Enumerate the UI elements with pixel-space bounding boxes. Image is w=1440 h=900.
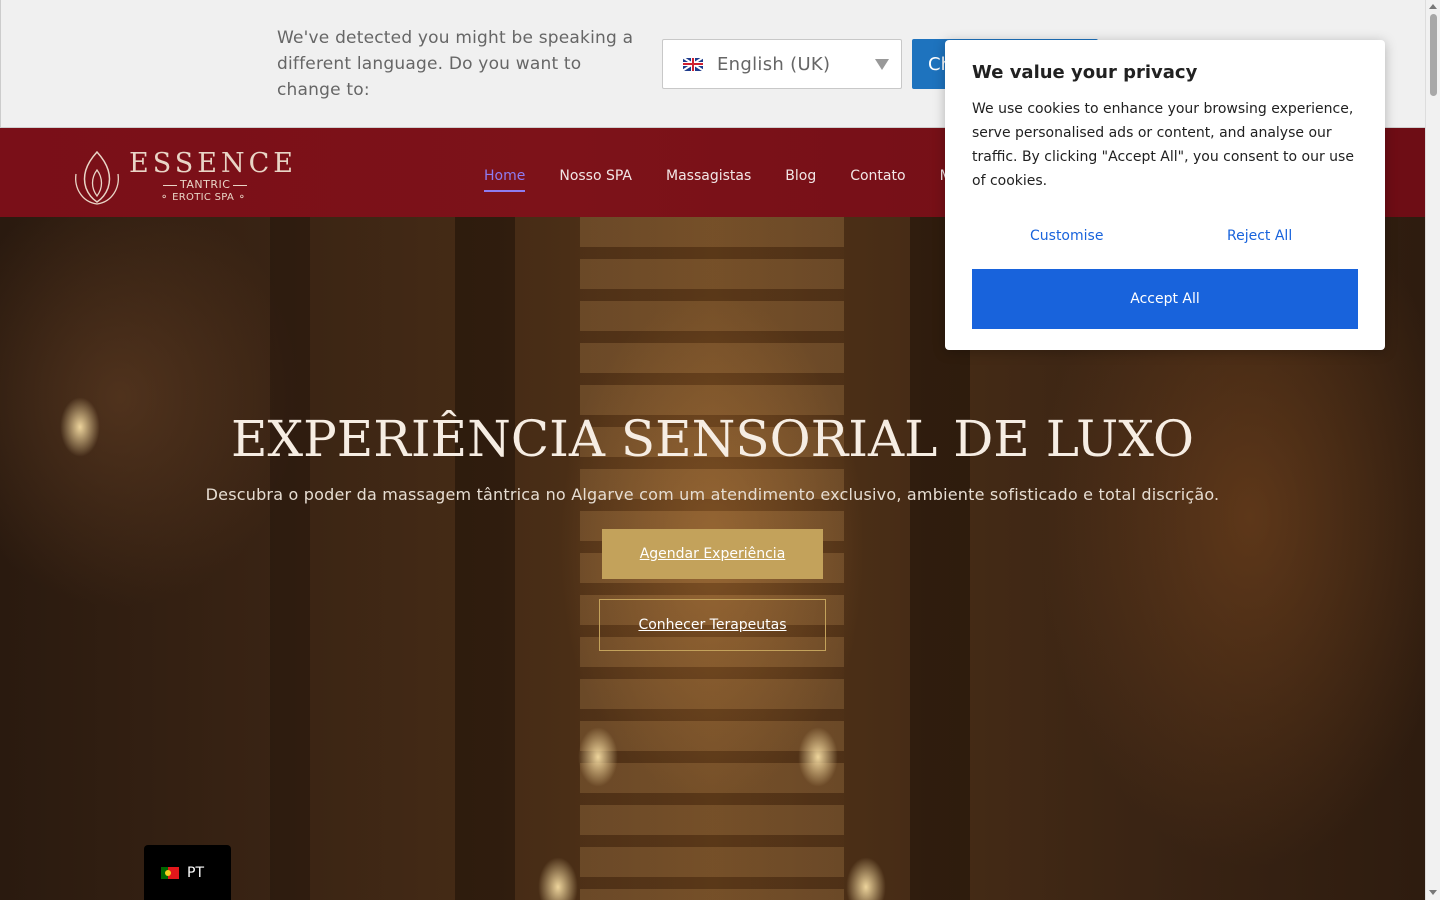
language-switcher-label: PT bbox=[187, 864, 204, 881]
scroll-up-arrow-icon[interactable] bbox=[1429, 4, 1437, 9]
cookie-consent-body: We use cookies to enhance your browsing … bbox=[972, 101, 1354, 189]
hero-background-pillar bbox=[270, 217, 310, 900]
logo-tagline-2: ⚬ EROTIC SPA ⚬ bbox=[160, 192, 247, 203]
page-scrollbar[interactable] bbox=[1425, 0, 1440, 900]
chevron-down-icon bbox=[875, 59, 889, 70]
cookie-consent-title: We value your privacy bbox=[972, 62, 1198, 83]
cookie-consent-dialog: We value your privacy We use cookies to … bbox=[945, 40, 1385, 350]
meet-therapists-button[interactable]: Conhecer Terapeutas bbox=[599, 599, 826, 651]
nav-blog[interactable]: Blog bbox=[785, 168, 816, 192]
nav-nosso-spa[interactable]: Nosso SPA bbox=[559, 168, 632, 192]
language-switcher[interactable]: PT bbox=[144, 845, 231, 900]
nav-home[interactable]: Home bbox=[484, 168, 526, 192]
candle-icon bbox=[846, 857, 886, 900]
customise-button[interactable]: Customise bbox=[1030, 228, 1103, 244]
language-banner-message: We've detected you might be speaking a d… bbox=[277, 28, 634, 100]
logo[interactable]: ESSENCE TANTRIC ⚬ EROTIC SPA ⚬ bbox=[72, 148, 293, 208]
candle-icon bbox=[798, 727, 838, 787]
portugal-flag-icon bbox=[161, 866, 179, 879]
nav-massagistas[interactable]: Massagistas bbox=[666, 168, 751, 192]
hero-subtitle: Descubra o poder da massagem tântrica no… bbox=[205, 485, 1220, 504]
language-select-value: English (UK) bbox=[717, 53, 831, 75]
lotus-logo-icon bbox=[75, 150, 119, 205]
nav-contato[interactable]: Contato bbox=[850, 168, 905, 192]
candle-icon bbox=[578, 727, 618, 787]
main-nav: Home Nosso SPA Massagistas Blog Contato … bbox=[484, 168, 952, 192]
hero-title: EXPERIÊNCIA SENSORIAL DE LUXO bbox=[230, 410, 1195, 468]
scroll-down-arrow-icon[interactable] bbox=[1429, 890, 1437, 895]
hero-background-pillar bbox=[455, 217, 515, 900]
book-experience-button[interactable]: Agendar Experiência bbox=[602, 529, 823, 579]
candle-icon bbox=[538, 857, 578, 900]
accept-all-button[interactable]: Accept All bbox=[972, 269, 1358, 329]
logo-tagline-1: TANTRIC bbox=[160, 178, 250, 191]
logo-brand: ESSENCE bbox=[129, 148, 297, 179]
scrollbar-thumb[interactable] bbox=[1430, 14, 1437, 96]
language-select[interactable]: English (UK) bbox=[662, 39, 902, 89]
uk-flag-icon bbox=[683, 57, 703, 71]
reject-all-button[interactable]: Reject All bbox=[1227, 228, 1292, 244]
